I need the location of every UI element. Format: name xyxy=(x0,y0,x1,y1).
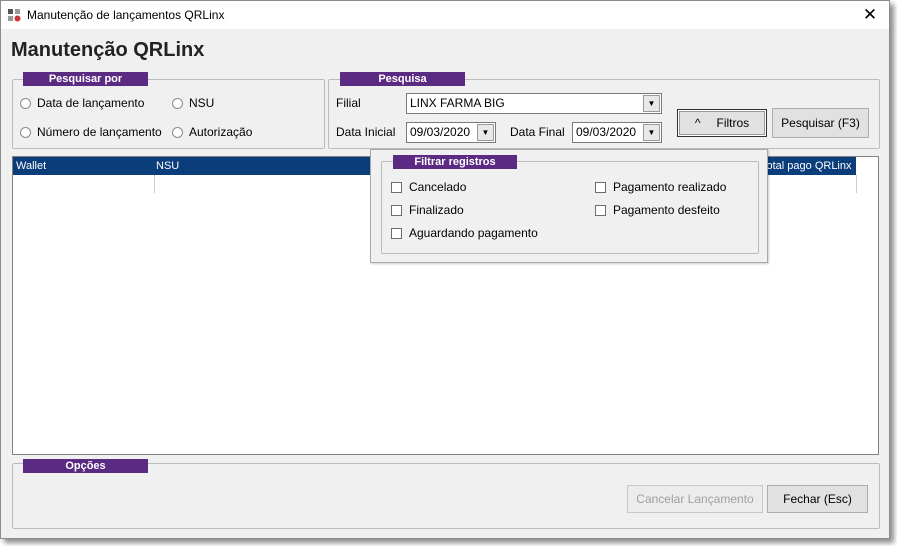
checkbox-box xyxy=(595,181,606,193)
check-aguardando-pagamento[interactable]: Aguardando pagamento xyxy=(391,226,538,240)
radio-label: Autorização xyxy=(189,125,253,139)
close-icon: ✕ xyxy=(862,5,878,24)
check-label: Finalizado xyxy=(409,203,464,217)
page-title: Manutenção QRLinx xyxy=(11,39,205,61)
column-header-wallet[interactable]: Wallet xyxy=(16,160,46,172)
filial-value: LINX FARMA BIG xyxy=(410,96,505,110)
radio-circle xyxy=(20,97,31,109)
pesquisar-button[interactable]: Pesquisar (F3) xyxy=(772,108,869,138)
column-header-total[interactable]: Total pago QRLinx xyxy=(761,160,852,172)
check-label: Pagamento desfeito xyxy=(613,203,720,217)
column-divider xyxy=(154,175,155,193)
data-final-value: 09/03/2020 xyxy=(576,125,637,139)
title-bar: Manutenção de lançamentos QRLinx ✕ xyxy=(1,1,889,29)
radio-circle xyxy=(172,126,183,138)
pesquisa-legend: Pesquisa xyxy=(340,72,465,86)
check-pagamento-desfeito[interactable]: Pagamento desfeito xyxy=(595,203,720,217)
opcoes-legend: Opções xyxy=(23,459,148,473)
radio-data-lancamento[interactable]: Data de lançamento xyxy=(20,96,144,110)
data-inicial-picker[interactable]: 09/03/2020 ▼ xyxy=(406,122,496,143)
checkbox-box xyxy=(391,181,402,193)
filtros-button[interactable]: ^ Filtros xyxy=(677,109,767,137)
data-final-label: Data Final xyxy=(510,125,565,139)
filial-select[interactable]: LINX FARMA BIG ▼ xyxy=(406,93,662,114)
column-divider xyxy=(856,175,857,193)
data-final-picker[interactable]: 09/03/2020 ▼ xyxy=(572,122,662,143)
checkbox-box xyxy=(391,227,402,239)
check-label: Cancelado xyxy=(409,180,467,194)
radio-label: Data de lançamento xyxy=(37,96,145,110)
filtros-label: Filtros xyxy=(716,116,750,130)
radio-label: NSU xyxy=(189,96,215,110)
column-header-nsu[interactable]: NSU xyxy=(156,160,179,172)
checkbox-box xyxy=(595,204,606,216)
radio-numero-lancamento[interactable]: Número de lançamento xyxy=(20,125,162,139)
close-button[interactable]: ✕ xyxy=(853,1,887,29)
filtrar-legend: Filtrar registros xyxy=(393,155,517,169)
data-inicial-value: 09/03/2020 xyxy=(410,125,471,139)
radio-label: Número de lançamento xyxy=(37,125,162,139)
data-inicial-label: Data Inicial xyxy=(336,125,396,139)
app-icon xyxy=(8,9,21,22)
chevron-down-icon[interactable]: ▼ xyxy=(643,95,660,112)
radio-circle xyxy=(20,126,31,138)
check-pagamento-realizado[interactable]: Pagamento realizado xyxy=(595,180,726,194)
main-window: Manutenção de lançamentos QRLinx ✕ Manut… xyxy=(0,0,890,539)
pesquisar-por-legend: Pesquisar por xyxy=(23,72,148,86)
chevron-down-icon[interactable]: ▼ xyxy=(477,124,494,141)
filtros-popup: Filtrar registros Cancelado Pagamento re… xyxy=(370,149,768,263)
check-finalizado[interactable]: Finalizado xyxy=(391,203,464,217)
fechar-button[interactable]: Fechar (Esc) xyxy=(767,485,868,513)
radio-autorizacao[interactable]: Autorização xyxy=(172,125,252,139)
chevron-down-icon[interactable]: ▼ xyxy=(643,124,660,141)
radio-circle xyxy=(172,97,183,109)
check-label: Pagamento realizado xyxy=(613,180,727,194)
cancelar-label: Cancelar Lançamento xyxy=(636,492,754,506)
fechar-label: Fechar (Esc) xyxy=(783,492,852,506)
checkbox-box xyxy=(391,204,402,216)
check-cancelado[interactable]: Cancelado xyxy=(391,180,466,194)
chevron-up-icon: ^ xyxy=(694,116,701,130)
radio-nsu[interactable]: NSU xyxy=(172,96,214,110)
check-label: Aguardando pagamento xyxy=(409,226,538,240)
cancelar-lancamento-button[interactable]: Cancelar Lançamento xyxy=(627,485,763,513)
filial-label: Filial xyxy=(336,96,361,110)
window-title: Manutenção de lançamentos QRLinx xyxy=(27,8,225,22)
pesquisar-label: Pesquisar (F3) xyxy=(781,116,860,130)
